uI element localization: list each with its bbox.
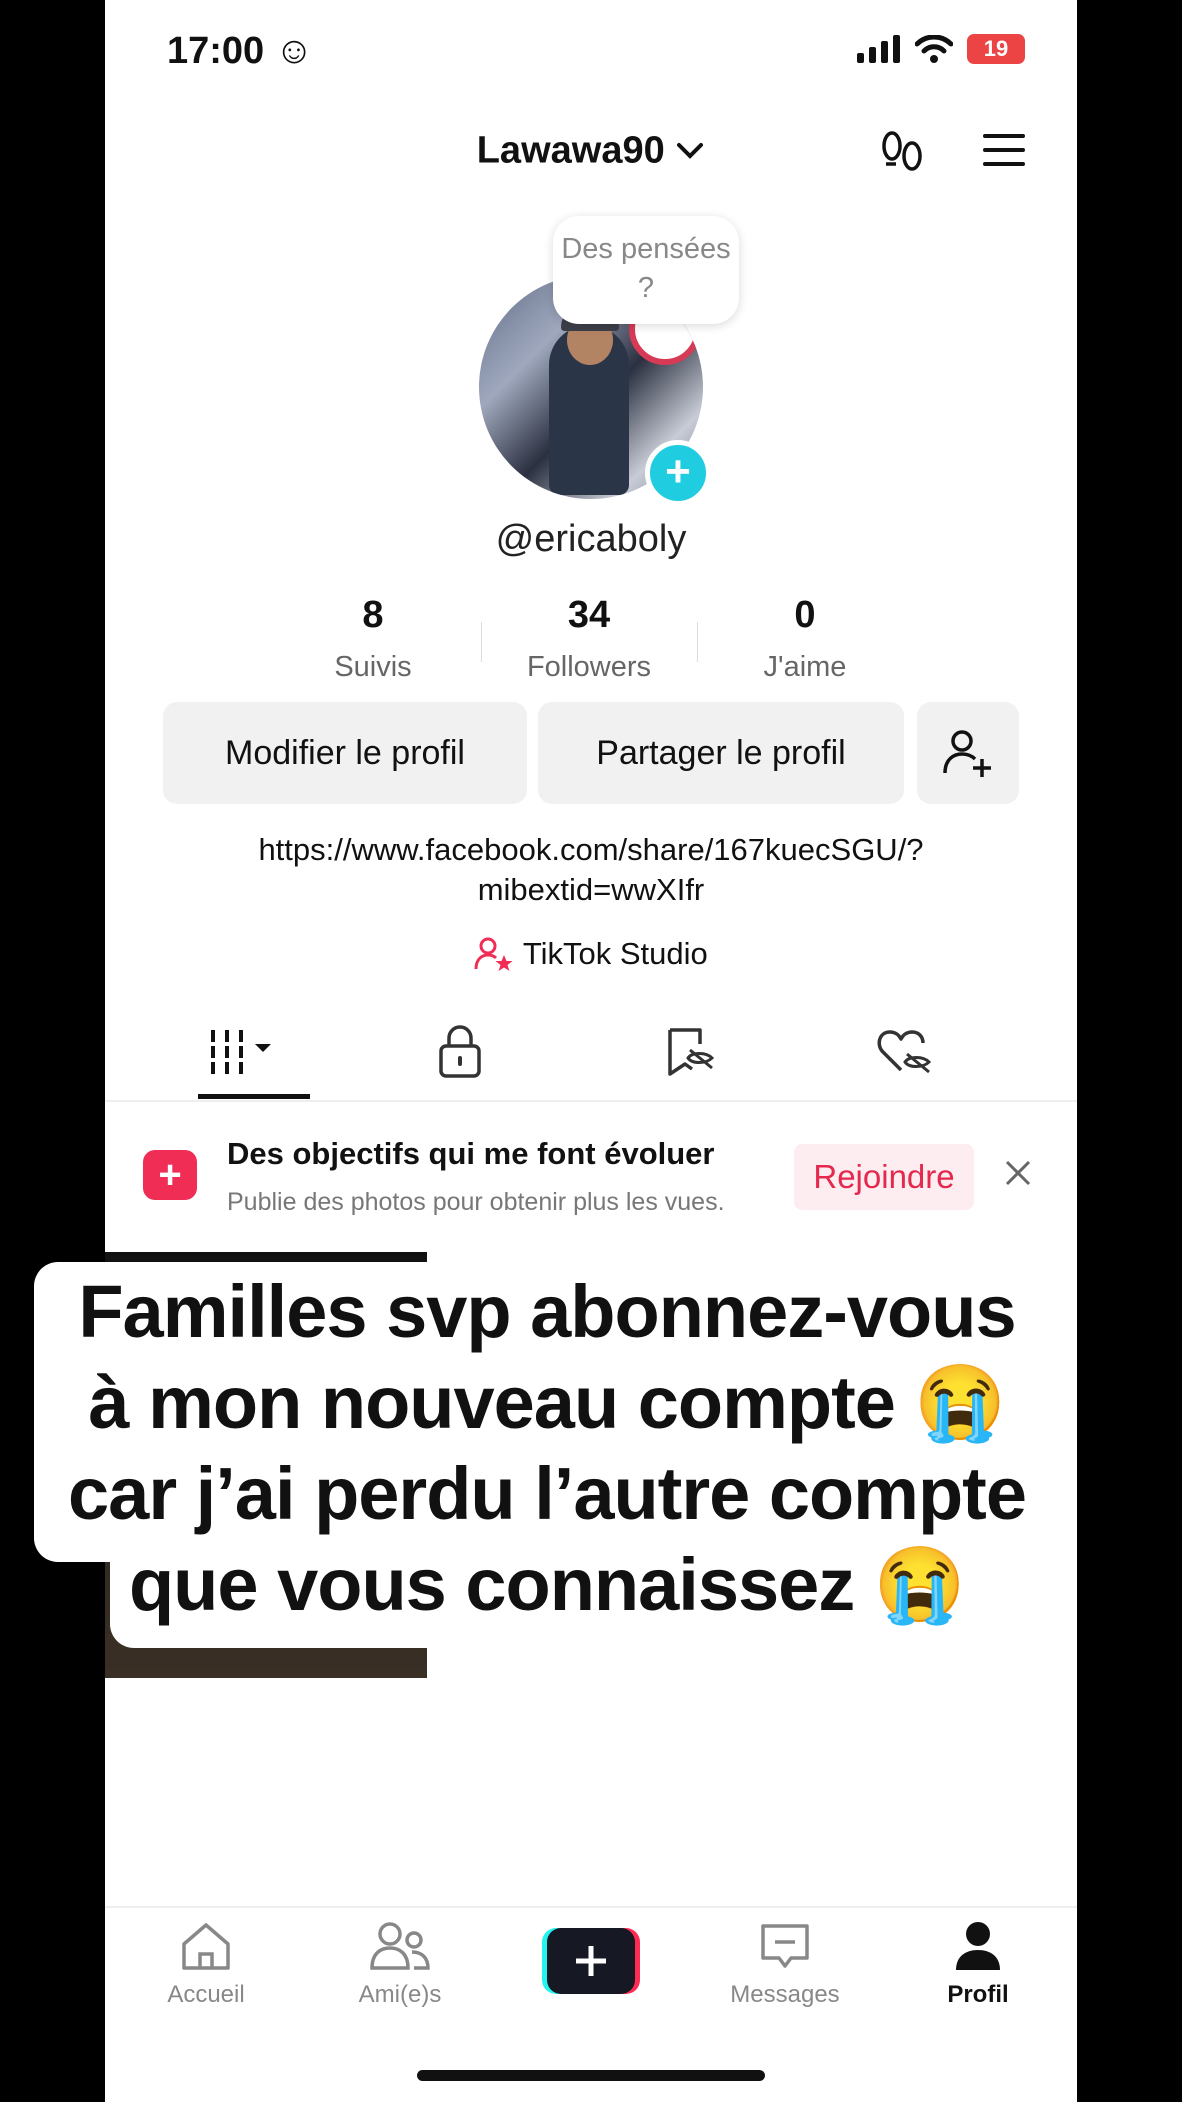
tiktok-studio-link[interactable]: TikTok Studio <box>105 934 1077 972</box>
challenge-icon: + <box>143 1150 197 1200</box>
nav-profile[interactable]: Profil <box>898 1920 1058 2009</box>
active-tab-indicator <box>198 1094 310 1099</box>
stat-followers[interactable]: 34 Followers <box>481 594 697 684</box>
caption-line-3: car j’ai perdu l’autre compte <box>68 1452 1027 1535</box>
stat-value: 34 <box>567 594 611 636</box>
caption-line-1: Familles svp abonnez-vous <box>78 1270 1016 1353</box>
create-button[interactable] <box>542 1928 640 1994</box>
nav-home-label: Accueil <box>167 1981 245 2008</box>
profile-icon <box>956 1922 1000 1970</box>
nav-friends[interactable]: Ami(e)s <box>320 1920 480 2009</box>
footprints-icon[interactable] <box>877 128 927 178</box>
status-time: 17:00 ☺ <box>167 30 314 72</box>
share-profile-button[interactable]: Partager le profil <box>538 702 904 804</box>
banner-subtitle: Publie des photos pour obtenir plus les … <box>227 1188 725 1216</box>
stat-value: 0 <box>794 594 816 636</box>
join-button[interactable]: Rejoindre <box>794 1144 974 1210</box>
friends-icon <box>370 1922 430 1970</box>
content-tabs <box>105 1018 1077 1102</box>
add-story-icon[interactable]: + <box>645 440 711 506</box>
grid-icon <box>211 1030 271 1074</box>
nav-messages[interactable]: Messages <box>705 1920 865 2009</box>
add-user-icon <box>943 730 991 777</box>
heart-hidden-icon <box>877 1030 932 1074</box>
caption-overlay: Familles svp abonnez-vous à mon nouveau … <box>34 1266 1060 1630</box>
bubble-dot <box>668 338 678 348</box>
stat-value: 8 <box>362 594 384 636</box>
status-icons: 19 <box>857 34 1025 64</box>
banner-title: Des objectifs qui me font évoluer <box>227 1136 715 1171</box>
caption-line-4: que vous connaissez 😭 <box>128 1543 966 1626</box>
nav-messages-label: Messages <box>730 1981 840 2008</box>
account-switcher[interactable]: Lawawa90 <box>105 128 1077 172</box>
nav-profile-label: Profil <box>947 1981 1009 2008</box>
bio-link-line2: mibextid=wwXIfr <box>477 872 705 907</box>
tab-videos[interactable] <box>205 1024 305 1080</box>
thoughts-bubble[interactable]: Des pensées ? <box>553 216 739 324</box>
chevron-down-icon <box>677 142 704 159</box>
messages-icon <box>761 1924 809 1968</box>
stat-likes[interactable]: 0 J'aime <box>697 594 913 684</box>
stat-label: Suivis <box>334 651 412 683</box>
stat-following[interactable]: 8 Suivis <box>265 594 481 684</box>
tab-private[interactable] <box>435 1024 535 1080</box>
wifi-icon <box>915 35 953 63</box>
nav-home[interactable]: Accueil <box>126 1920 286 2009</box>
bio-link[interactable]: https://www.facebook.com/share/167kuecSG… <box>105 830 1077 910</box>
add-friend-button[interactable] <box>917 702 1019 804</box>
phone-screen: 17:00 ☺ 19 Lawawa90 + Des pensées ? @eri… <box>105 0 1077 2102</box>
tab-liked[interactable] <box>875 1024 975 1080</box>
close-icon[interactable] <box>1003 1158 1033 1188</box>
lock-icon <box>439 1025 481 1078</box>
profile-stats: 8 Suivis 34 Followers 0 J'aime <box>265 594 913 684</box>
battery-icon: 19 <box>967 34 1025 64</box>
studio-label: TikTok Studio <box>522 935 708 971</box>
bio-link-line1: https://www.facebook.com/share/167kuecSG… <box>258 832 924 867</box>
creator-star-icon <box>474 937 513 971</box>
home-icon <box>182 1923 230 1970</box>
bookmark-hidden-icon <box>668 1028 715 1076</box>
edit-profile-button[interactable]: Modifier le profil <box>163 702 527 804</box>
tab-saved[interactable] <box>660 1024 760 1080</box>
username: Lawawa90 <box>476 129 665 172</box>
menu-icon[interactable] <box>981 128 1027 172</box>
home-indicator <box>417 2070 765 2081</box>
caption-line-2: à mon nouveau compte 😭 <box>88 1361 1006 1444</box>
profile-handle: @ericaboly <box>495 518 687 560</box>
stat-label: Followers <box>526 651 652 683</box>
signal-icon <box>857 35 900 63</box>
stat-label: J'aime <box>763 651 847 683</box>
nav-friends-label: Ami(e)s <box>358 1981 442 2008</box>
